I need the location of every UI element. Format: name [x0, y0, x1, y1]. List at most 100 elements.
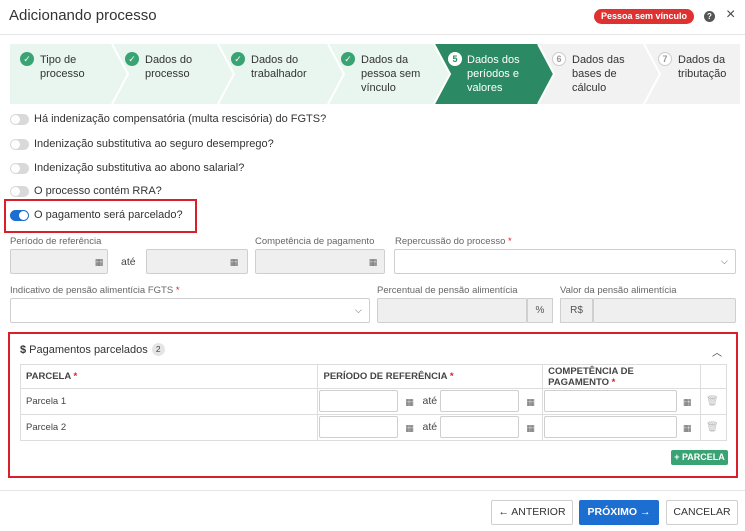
step-tipo-processo[interactable]: ✓ Tipo de processo	[10, 44, 112, 104]
step-dados-pessoa[interactable]: ✓ Dados da pessoa sem vínculo	[328, 44, 434, 104]
dollar-icon: $	[20, 343, 27, 356]
step-number: 6	[552, 52, 566, 66]
help-icon[interactable]: ?	[704, 11, 715, 22]
periodo-cell: ▦ até ▦	[317, 414, 544, 441]
chevron-down-icon: ⌵	[355, 305, 362, 315]
periodo-fim-input[interactable]	[440, 416, 520, 438]
step-label: Dados dos períodos e valores	[467, 54, 520, 94]
competencia-label: Competência de pagamento	[255, 236, 375, 247]
table-row: Parcela 1 ▦ até ▦ ▦ 🗑	[19, 388, 728, 415]
step-number: 7	[658, 52, 672, 66]
col-periodo: PERÍODO DE REFERÊNCIA *	[317, 364, 544, 389]
toggle-switch[interactable]	[10, 209, 29, 221]
step-label: Dados da tributação	[678, 54, 727, 80]
toggle-rra[interactable]: O processo contém RRA?	[10, 183, 162, 199]
count-badge: 2	[151, 343, 165, 356]
toggle-switch[interactable]	[10, 162, 29, 174]
periodo-inicio-input[interactable]	[319, 416, 399, 438]
table-row: Parcela 2 ▦ até ▦ ▦ 🗑	[19, 414, 728, 441]
periodo-cell: ▦ até ▦	[317, 388, 544, 415]
step-dados-processo[interactable]: ✓ Dados do processo	[112, 44, 218, 104]
competencia-input[interactable]	[544, 390, 678, 412]
modal-header: Adicionando processo Pessoa sem vínculo …	[0, 0, 745, 34]
anterior-button[interactable]: ← ANTERIOR	[491, 500, 573, 525]
toggle-label: Há indenização compensatória (multa resc…	[34, 113, 327, 125]
trash-icon[interactable]: 🗑	[706, 422, 719, 433]
check-icon: ✓	[20, 52, 34, 66]
percentual-input[interactable]	[377, 298, 527, 323]
calendar-icon[interactable]: ▦	[525, 423, 535, 433]
periodo-fim-input[interactable]	[440, 390, 520, 412]
parcelas-title: $ Pagamentos parcelados 2	[20, 343, 165, 356]
periodo-inicio-input[interactable]	[319, 390, 399, 412]
competencia-cell: ▦	[542, 414, 701, 441]
check-icon: ✓	[231, 52, 245, 66]
status-badge: Pessoa sem vínculo	[594, 9, 695, 24]
repercussao-label: Repercussão do processo *	[395, 236, 512, 247]
cancelar-button[interactable]: CANCELAR	[666, 500, 738, 525]
ate-label: até	[422, 421, 438, 433]
calendar-icon: ▦	[94, 257, 104, 267]
actions-cell: 🗑	[699, 388, 728, 415]
indicativo-select[interactable]: ⌵	[10, 298, 370, 323]
step-dados-tributacao[interactable]: 7 Dados da tributação	[644, 44, 740, 104]
calendar-icon[interactable]: ▦	[682, 423, 692, 433]
wizard-stepper: ✓ Tipo de processo ✓ Dados do processo ✓ D…	[10, 44, 740, 104]
step-label: Dados da pessoa sem vínculo	[361, 54, 421, 94]
periodo-inicio-input[interactable]: ▦	[10, 249, 108, 274]
close-icon[interactable]: ×	[726, 7, 735, 23]
calendar-icon[interactable]: ▦	[525, 397, 535, 407]
toggle-parcelado[interactable]: O pagamento será parcelado?	[10, 207, 183, 223]
periodo-label: Período de referência	[10, 236, 102, 247]
proximo-button[interactable]: PRÓXIMO →	[579, 500, 659, 525]
step-label: Tipo de processo	[40, 54, 85, 80]
periodo-fim-input[interactable]: ▦	[146, 249, 248, 274]
parcelas-title-text: Pagamentos parcelados	[29, 343, 148, 356]
col-actions	[699, 364, 728, 389]
toggle-seguro-desemprego[interactable]: Indenização substitutiva ao seguro desem…	[10, 136, 274, 152]
col-competencia: COMPETÊNCIA DE PAGAMENTO *	[542, 364, 701, 389]
ate-label: até	[121, 256, 136, 268]
actions-cell: 🗑	[699, 414, 728, 441]
repercussao-select[interactable]: ⌵	[394, 249, 736, 274]
calendar-icon[interactable]: ▦	[682, 397, 692, 407]
step-dados-periodos[interactable]: 5 Dados dos períodos e valores	[434, 44, 538, 104]
step-number: 5	[448, 52, 462, 66]
step-dados-trabalhador[interactable]: ✓ Dados do trabalhador	[218, 44, 328, 104]
step-label: Dados do processo	[145, 54, 193, 80]
chevron-up-icon[interactable]: ︿	[712, 344, 722, 359]
step-label: Dados das bases de cálculo	[572, 54, 625, 94]
toggle-switch[interactable]	[10, 138, 29, 150]
footer-divider	[0, 490, 745, 491]
toggle-label: O processo contém RRA?	[34, 185, 162, 197]
check-icon: ✓	[125, 52, 139, 66]
parcela-name: Parcela 1	[19, 388, 319, 415]
header-divider	[0, 34, 745, 35]
valor-input[interactable]	[593, 298, 736, 323]
valor-label: Valor da pensão alimentícia	[560, 285, 677, 296]
calendar-icon[interactable]: ▦	[404, 397, 414, 407]
add-parcela-button[interactable]: + PARCELA	[671, 450, 728, 465]
currency-addon: R$	[560, 298, 593, 323]
ate-label: até	[422, 395, 438, 407]
toggle-switch[interactable]	[10, 113, 29, 125]
percent-addon: %	[527, 298, 553, 323]
indicativo-label: Indicativo de pensão alimentícia FGTS *	[10, 285, 180, 296]
calendar-icon[interactable]: ▦	[404, 423, 414, 433]
calendar-icon: ▦	[368, 257, 378, 267]
toggle-switch[interactable]	[10, 185, 29, 197]
toggle-abono-salarial[interactable]: Indenização substitutiva ao abono salari…	[10, 160, 244, 176]
competencia-cell: ▦	[542, 388, 701, 415]
percentual-label: Percentual de pensão alimentícia	[377, 285, 518, 296]
parcelas-table: PARCELA * PERÍODO DE REFERÊNCIA * COMPET…	[19, 364, 728, 441]
parcela-name: Parcela 2	[19, 414, 319, 441]
competencia-input[interactable]: ▦	[255, 249, 385, 274]
toggle-label: Indenização substitutiva ao abono salari…	[34, 162, 245, 174]
step-dados-bases[interactable]: 6 Dados das bases de cálculo	[538, 44, 644, 104]
trash-icon[interactable]: 🗑	[706, 396, 719, 407]
toggle-multa-fgts[interactable]: Há indenização compensatória (multa resc…	[10, 111, 326, 127]
col-parcela: PARCELA *	[19, 364, 319, 389]
page-title: Adicionando processo	[9, 7, 157, 24]
competencia-input[interactable]	[544, 416, 678, 438]
step-label: Dados do trabalhador	[251, 54, 307, 80]
